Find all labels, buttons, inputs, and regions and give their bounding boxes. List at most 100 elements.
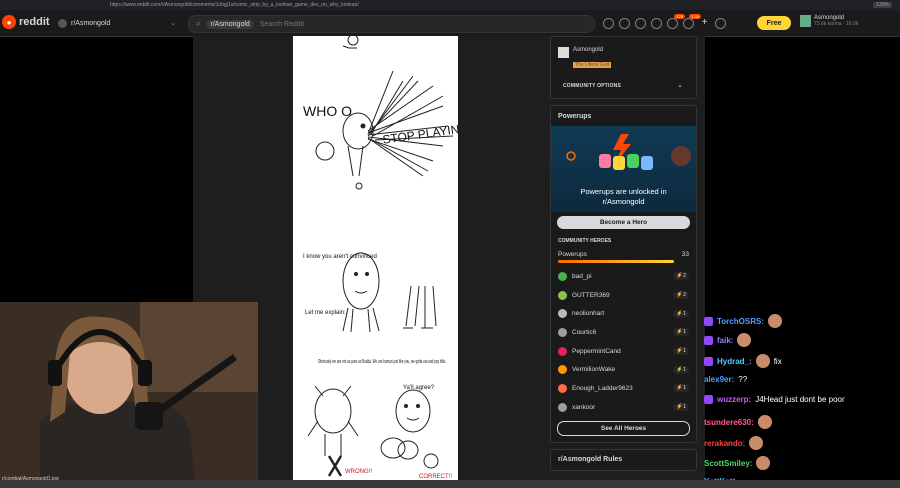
address-bar[interactable]: https://www.reddit.com/r/Asmongold/comme… <box>110 2 873 8</box>
chat-username[interactable]: tsundere630: <box>704 418 754 427</box>
advertise-icon[interactable] <box>715 18 726 29</box>
subscriber-badge-icon <box>704 395 713 404</box>
plus-icon[interactable]: + <box>699 18 710 29</box>
hero-avatar <box>558 402 567 412</box>
comic-drawing: WHO O STOP PLAYING I know you aren't con… <box>303 36 458 480</box>
hero-avatar <box>558 383 567 393</box>
hero-powerup-count: ⚡1 <box>673 309 689 318</box>
lightning-icon: ⚡ <box>676 310 683 317</box>
powerups-banner: Powerups are unlocked in r/Asmongold <box>551 126 696 212</box>
hero-row[interactable]: Enough_Ladder9623 ⚡1 <box>558 379 689 398</box>
search-bar[interactable]: ⌕ r/Asmongold <box>188 15 595 33</box>
subscriber-badge-icon <box>704 335 713 345</box>
powerups-progress-bar <box>558 260 675 263</box>
browser-toolbar: https://www.reddit.com/r/Asmongold/comme… <box>0 0 900 10</box>
moderator-flair: The Literal God <box>573 62 612 68</box>
chat-text: J4Head just dont be poor <box>755 395 845 404</box>
hero-row[interactable]: GUTTER369 ⚡2 <box>558 286 689 305</box>
powerups-banner-text: Powerups are unlocked in r/Asmongold <box>580 187 667 206</box>
hero-avatar <box>558 327 567 337</box>
emote-icon <box>749 436 764 450</box>
emote-icon <box>755 354 770 368</box>
chat-username[interactable]: alex9er: <box>704 375 734 384</box>
subscriber-badge-icon <box>704 356 713 366</box>
moderator-row[interactable]: Asmongold The Literal God <box>558 47 612 71</box>
lightning-icon: ⚡ <box>676 366 683 373</box>
reddit-logo[interactable]: ● reddit <box>2 15 50 29</box>
lightning-icon: ⚡ <box>676 292 683 299</box>
emote-icon <box>757 415 772 429</box>
stream-chat-overlay: TorchOSRS: faik: Hydrad_: fix alex9er:?? wuzz… <box>700 310 900 488</box>
chat-text: fix <box>773 356 782 366</box>
notification-badge: 1.4k <box>689 14 701 19</box>
lightning-icon: ⚡ <box>676 348 683 355</box>
hero-name: VermilionWake <box>572 366 616 374</box>
notification-icon[interactable]: 1.4k <box>683 14 701 29</box>
see-all-heroes-button[interactable]: See All Heroes <box>557 420 690 436</box>
chat-message: wuzzerp: J4Head just dont be poor <box>704 395 845 404</box>
comic-know-you-text: I know you aren't convinced <box>303 254 377 260</box>
chat-username[interactable]: rerakando: <box>704 439 745 448</box>
chat-icon[interactable]: 129 <box>667 14 685 29</box>
search-icon: ⌕ <box>196 19 201 28</box>
search-subreddit-chip[interactable]: r/Asmongold <box>206 19 254 29</box>
become-hero-button[interactable]: Become a Hero <box>557 216 690 229</box>
hero-row[interactable]: Courtic6 ⚡1 <box>558 323 689 342</box>
subreddit-selector[interactable]: r/Asmongold ⌄ <box>58 15 176 31</box>
news-icon[interactable] <box>651 18 662 29</box>
hero-row[interactable]: PeppermintCand ⚡1 <box>558 342 689 361</box>
search-input[interactable] <box>257 19 462 29</box>
subreddit-name: r/Asmongold <box>71 19 111 27</box>
hero-avatar <box>558 290 567 300</box>
hero-row[interactable]: neolionhart ⚡1 <box>558 304 689 323</box>
comic-let-explain-text: Let me explain: <box>305 310 346 316</box>
powerups-label: Powerups <box>558 251 587 258</box>
chat-message: TorchOSRS: <box>704 314 782 328</box>
chat-badge: 129 <box>674 14 685 19</box>
chat-username[interactable]: Hydrad_: <box>717 357 752 366</box>
chat-username[interactable]: ScottSmiley: <box>704 459 752 468</box>
zoom-indicator[interactable]: 133% <box>873 2 892 8</box>
chat-message: tsundere630: <box>704 415 772 429</box>
chat-username[interactable]: TorchOSRS: <box>717 317 764 326</box>
hero-powerup-count: ⚡1 <box>673 365 689 374</box>
hero-row[interactable]: xankoor ⚡1 <box>558 398 689 417</box>
reddit-header: ● reddit r/Asmongold ⌄ ⌕ r/Asmongold 129… <box>0 10 900 37</box>
hero-avatar <box>558 309 567 319</box>
explore-icon[interactable] <box>619 18 630 29</box>
user-avatar <box>800 15 811 27</box>
popular-icon[interactable] <box>603 18 614 29</box>
comic-image[interactable]: WHO O STOP PLAYING I know you aren't con… <box>293 36 458 488</box>
hero-avatar <box>558 346 567 356</box>
hero-name: neolionhart <box>572 310 605 318</box>
rules-card[interactable]: r/Asmongold Rules <box>550 448 697 471</box>
hero-powerup-count: ⚡1 <box>673 328 689 337</box>
free-premium-button[interactable]: Free <box>757 16 791 30</box>
lightning-icon: ⚡ <box>676 329 683 336</box>
chat-username[interactable]: faik: <box>717 336 733 345</box>
emote-icon <box>756 456 771 470</box>
bottom-bar <box>0 480 900 488</box>
hero-row[interactable]: VermilionWake ⚡1 <box>558 360 689 379</box>
chat-username[interactable]: wuzzerp: <box>717 395 751 404</box>
hero-powerup-count: ⚡1 <box>673 403 689 412</box>
chevron-down-icon[interactable]: ⌄ <box>677 81 683 89</box>
chat-text: ?? <box>738 375 748 384</box>
rules-title: r/Asmongold Rules <box>558 456 623 463</box>
user-menu[interactable]: Asmongold 73.6k karma · 16.0k <box>800 15 858 27</box>
comic-obviously-text: Obviously we are not as pure as Budda. W… <box>318 359 446 365</box>
subreddit-avatar <box>58 18 67 28</box>
lightning-icon: ⚡ <box>676 404 683 411</box>
moderator-name: Asmongold <box>573 47 604 53</box>
moderators-card: Asmongold The Literal God COMMUNITY OPTI… <box>550 36 697 99</box>
webcam-image <box>0 302 258 482</box>
chat-message: faik: <box>704 333 752 347</box>
chat-message: rerakando: <box>704 436 764 450</box>
community-options[interactable]: COMMUNITY OPTIONS <box>563 83 621 89</box>
hero-powerup-count: ⚡1 <box>673 347 689 356</box>
hero-avatar <box>558 271 567 281</box>
hero-row[interactable]: bad_pi ⚡2 <box>558 267 689 286</box>
streamer-webcam: r/combat/Asmongold1.jpg <box>0 302 258 482</box>
hero-name: bad_pi <box>572 272 592 280</box>
video-icon[interactable] <box>635 18 646 29</box>
